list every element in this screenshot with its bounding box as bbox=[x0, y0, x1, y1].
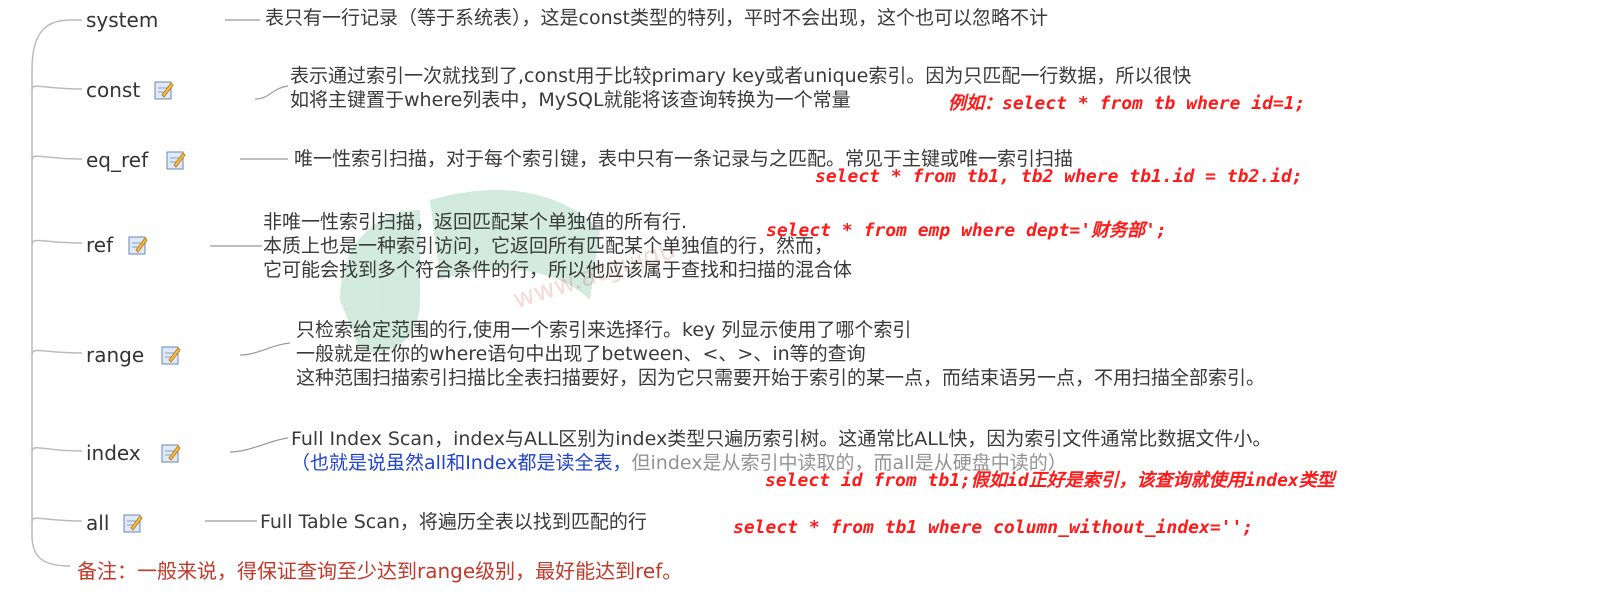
desc-line: 非唯一性索引扫描，返回匹配某个单独值的所有行. bbox=[263, 211, 688, 233]
desc-ref: 非唯一性索引扫描，返回匹配某个单独值的所有行. 本质上也是一种索引访问，它返回所… bbox=[263, 210, 852, 282]
desc-line: 一般就是在你的where语句中出现了between、<、>、in等的查询 bbox=[296, 343, 866, 365]
desc-line: 本质上也是一种索引访问，它返回所有匹配某个单独值的行，然而， bbox=[263, 235, 834, 257]
desc-line: 表只有一行记录（等于系统表），这是const类型的特列，平时不会出现，这个也可以… bbox=[265, 7, 1048, 29]
edit-note-icon[interactable] bbox=[154, 80, 174, 100]
desc-all: Full Table Scan，将遍历全表以找到匹配的行 bbox=[260, 510, 647, 534]
desc-system: 表只有一行记录（等于系统表），这是const类型的特列，平时不会出现，这个也可以… bbox=[265, 6, 1048, 30]
bracket-line bbox=[31, 19, 71, 567]
desc-line: 表示通过索引一次就找到了,const用于比较primary key或者uniqu… bbox=[290, 65, 1192, 87]
desc-line: Full Index Scan，index与ALL区别为index类型只遍历索引… bbox=[291, 428, 1272, 450]
edit-note-icon[interactable] bbox=[166, 150, 186, 170]
desc-line: 它可能会找到多个符合条件的行，所以他应该属于查找和扫描的混合体 bbox=[263, 259, 853, 281]
desc-line: 这种范围扫描索引扫描比全表扫描要好，因为它只需要开始于索引的某一点，而结束语另一… bbox=[296, 367, 1266, 389]
desc-range: 只检索给定范围的行,使用一个索引来选择行。key 列显示使用了哪个索引 一般就是… bbox=[296, 318, 1265, 390]
desc-line: Full Table Scan，将遍历全表以找到匹配的行 bbox=[260, 511, 647, 533]
node-eq-ref: eq_ref bbox=[86, 148, 149, 172]
footnote: 备注：一般来说，得保证查询至少达到range级别，最好能达到ref。 bbox=[77, 559, 683, 583]
desc-highlight: （也就是说虽然all和Index都是读全表， bbox=[291, 452, 632, 474]
edit-note-icon[interactable] bbox=[161, 345, 181, 365]
node-all: all bbox=[86, 511, 110, 535]
edit-note-icon[interactable] bbox=[161, 443, 181, 463]
node-ref: ref bbox=[86, 233, 114, 257]
edit-note-icon[interactable] bbox=[123, 513, 143, 533]
desc-line: 只检索给定范围的行,使用一个索引来选择行。key 列显示使用了哪个索引 bbox=[296, 319, 912, 341]
sql-example-all: select * from tb1 where column_without_i… bbox=[733, 517, 1254, 538]
branch-stubs bbox=[31, 19, 83, 523]
sql-example-const: 例如：select * from tb where id=1; bbox=[948, 93, 1306, 114]
sql-example-ref: select * from emp where dept='财务部'; bbox=[766, 220, 1167, 241]
edit-note-icon[interactable] bbox=[128, 235, 148, 255]
node-system: system bbox=[86, 8, 159, 32]
node-range: range bbox=[86, 343, 145, 367]
sql-example-eq-ref: select * from tb1, tb2 where tb1.id = tb… bbox=[815, 166, 1303, 187]
node-index: index bbox=[86, 441, 141, 465]
sql-example-index: select id from tb1;假如id正好是索引，该查询就使用index… bbox=[765, 470, 1335, 491]
node-const: const bbox=[86, 78, 141, 102]
